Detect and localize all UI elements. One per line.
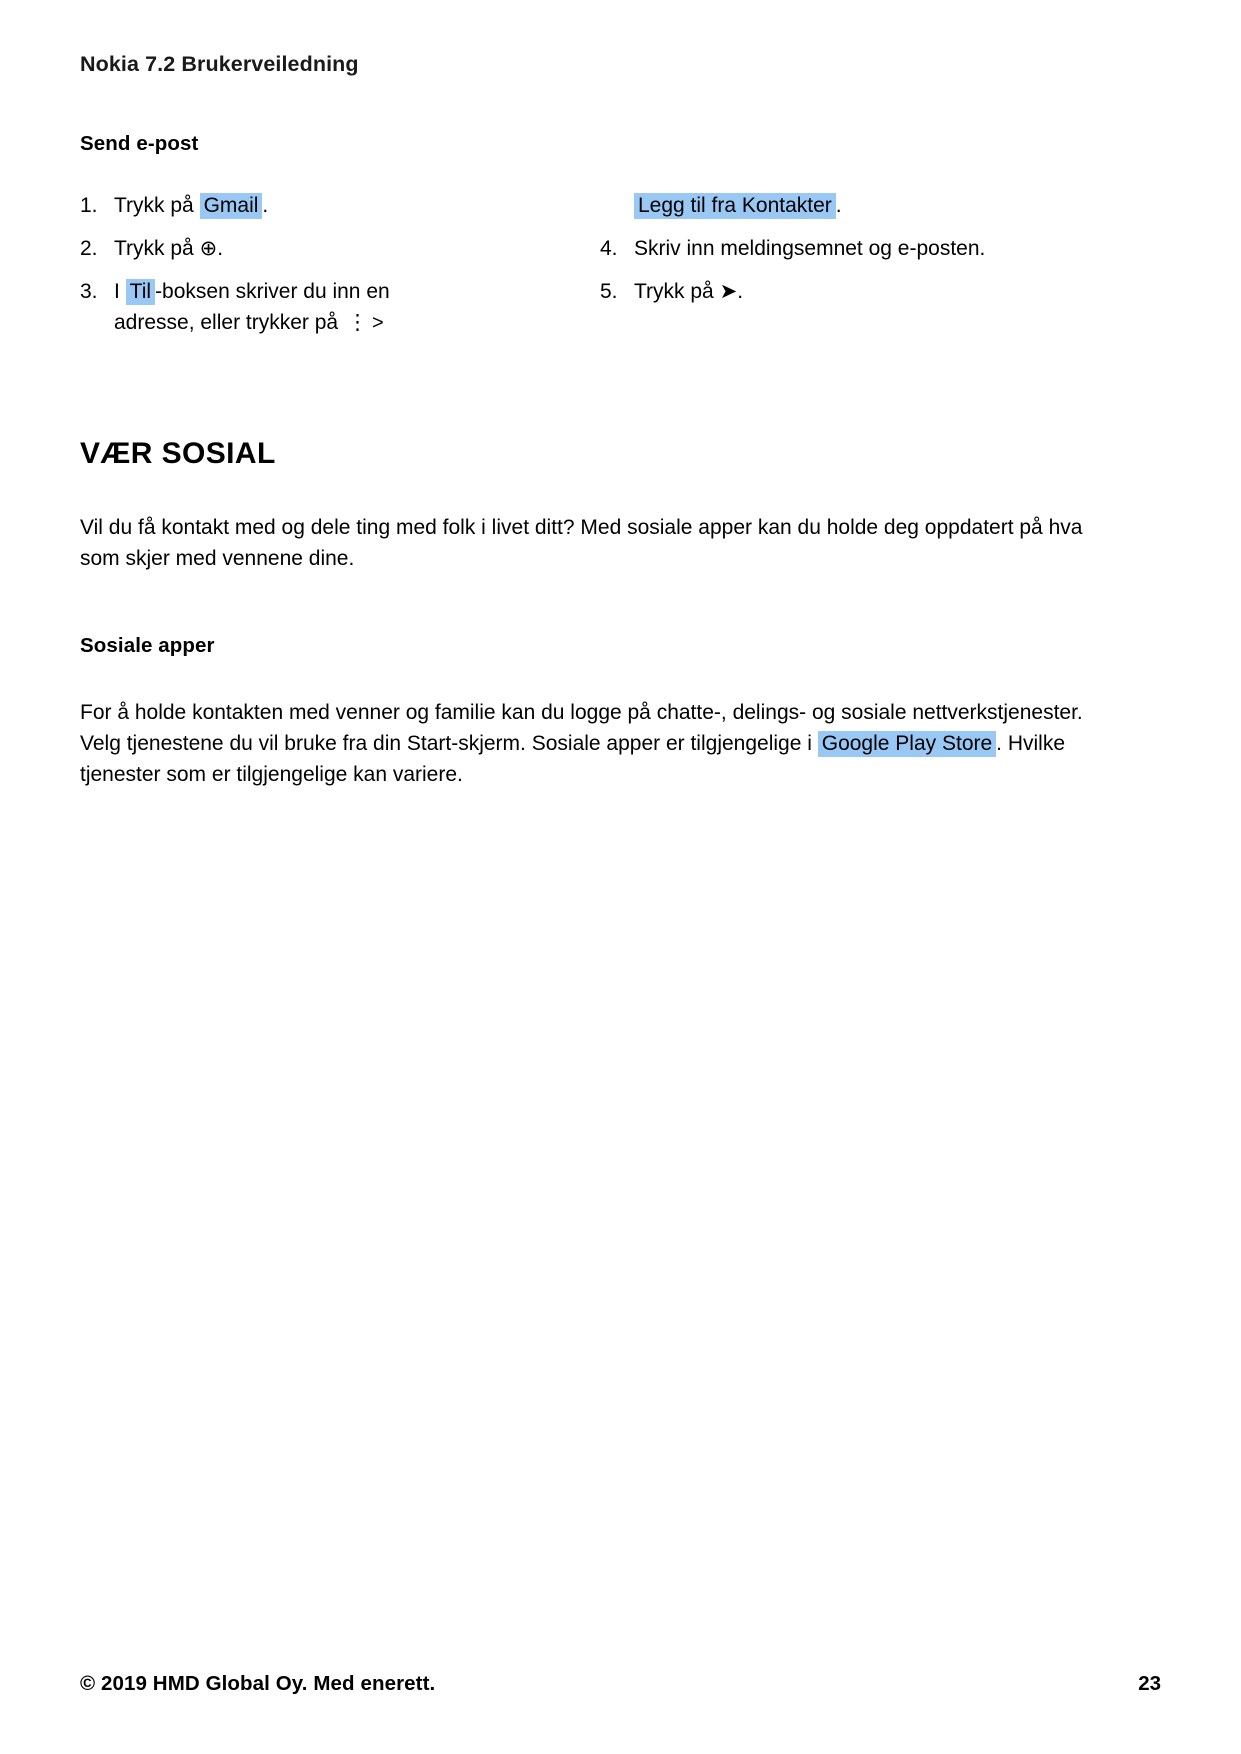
section-heading-sosiale-apper: Sosiale apper <box>80 634 215 657</box>
footer-page-number: 23 <box>1138 1672 1161 1695</box>
step-text-before: Trykk på <box>114 237 200 260</box>
step-number: 4. <box>600 237 618 260</box>
procedure-steps: 1. Trykk på Gmail. 2. Trykk på ⊕. 3. I T… <box>80 190 1161 350</box>
step-item: 2. Trykk på ⊕. <box>80 233 550 264</box>
step-text-before: Trykk på <box>114 194 200 217</box>
step-text: Trykk på ⊕. <box>114 233 550 264</box>
step-number: 1. <box>80 194 98 217</box>
steps-column-left: 1. Trykk på Gmail. 2. Trykk på ⊕. 3. I T… <box>80 190 550 350</box>
footer-copyright: © 2019 HMD Global Oy. Med enerett. <box>80 1672 436 1695</box>
step-text-after: . <box>217 237 224 260</box>
add-circle-icon: ⊕ <box>199 237 218 260</box>
step-item: 1. Trykk på Gmail. <box>80 190 550 221</box>
ui-reference-legg-til-fra-kontakter[interactable]: Legg til fra Kontakter <box>634 193 836 219</box>
ui-reference-til[interactable]: Til <box>125 279 156 305</box>
running-header: Nokia 7.2 Brukerveiledning <box>80 52 359 76</box>
social-apps-paragraph: For å holde kontakten med venner og fami… <box>80 697 1090 790</box>
step-text-after: . <box>262 194 269 217</box>
step-text-after: . <box>737 280 744 303</box>
step-number: 3. <box>80 280 98 303</box>
step-number: 2. <box>80 237 98 260</box>
more-vertical-icon: ⋮ <box>346 311 368 334</box>
ui-reference-google-play-store[interactable]: Google Play Store <box>817 731 997 757</box>
document-page: Nokia 7.2 Brukerveiledning Send e-post 1… <box>0 0 1241 1754</box>
step-text: Trykk på Gmail. <box>114 190 550 221</box>
section-heading-send-email: Send e-post <box>80 132 199 155</box>
step-text-line2: adresse, eller trykker på <box>114 311 344 334</box>
steps-column-right: Legg til fra Kontakter. 4. Skriv inn mel… <box>600 190 1160 319</box>
step-text-before: Trykk på <box>634 280 720 303</box>
chevron-right-icon: > <box>371 312 384 334</box>
ui-reference-gmail[interactable]: Gmail <box>199 193 263 219</box>
step-number: 5. <box>600 280 618 303</box>
step-text-before: I <box>114 280 126 303</box>
step-text: Skriv inn meldingsemnet og e-posten. <box>634 237 986 260</box>
step-item: 5. Trykk på ➤. <box>600 276 1160 307</box>
step-item: 4. Skriv inn meldingsemnet og e-posten. <box>600 233 1160 264</box>
step-text-middle: -boksen skriver du inn en <box>155 280 390 303</box>
chapter-heading-vaer-sosial: VÆR SOSIAL <box>80 437 276 470</box>
step-item: 3. I Til -boksen skriver du inn en adresse… <box>80 276 550 338</box>
send-icon: ➤ <box>719 280 738 303</box>
step-text: Trykk på ➤. <box>634 276 1160 307</box>
step-continuation: Legg til fra Kontakter. <box>600 190 1160 221</box>
intro-paragraph: Vil du få kontakt med og dele ting med f… <box>80 516 1083 570</box>
step-continuation-after: . <box>835 194 842 217</box>
step-text: I Til -boksen skriver du inn en adresse, e… <box>114 276 550 338</box>
